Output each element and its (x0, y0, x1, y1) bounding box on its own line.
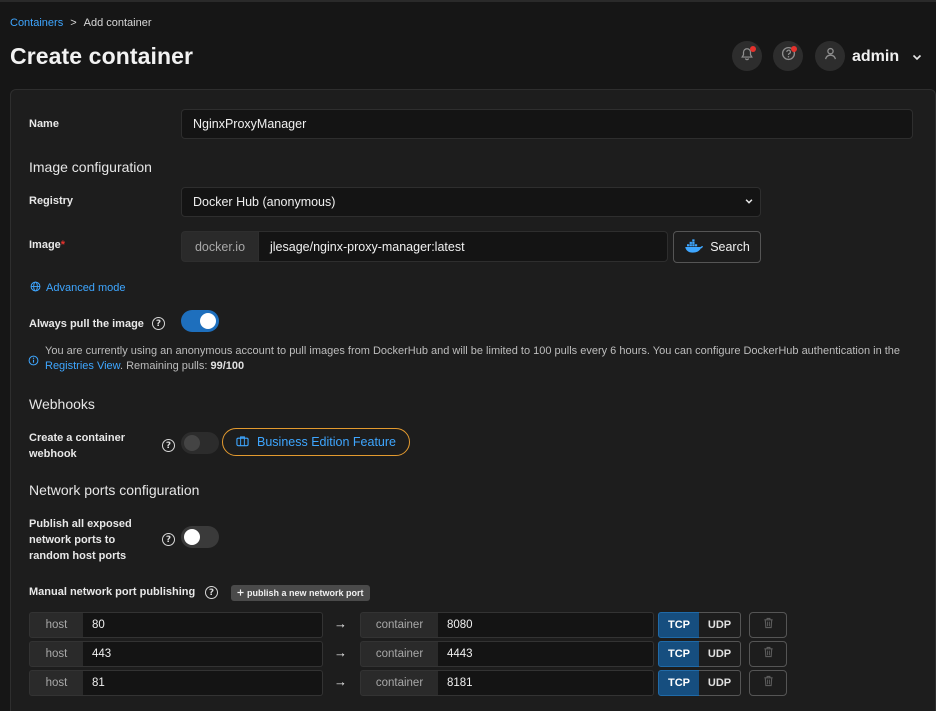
port-mapping-row: host 80 → container 8080 TCP UDP (0, 612, 936, 638)
info-icon (28, 353, 39, 371)
udp-toggle[interactable]: UDP (699, 612, 741, 638)
always-pull-toggle[interactable] (181, 310, 219, 332)
remove-port-button[interactable] (749, 670, 787, 696)
help-icon[interactable]: ? (205, 586, 218, 599)
registry-label: Registry (29, 195, 74, 207)
remove-port-button[interactable] (749, 641, 787, 667)
info-text: You are currently using an anonymous acc… (45, 345, 901, 357)
host-addon: host (29, 641, 84, 667)
plus-icon (237, 588, 244, 598)
trash-icon (763, 616, 774, 634)
toggle-knob (200, 313, 216, 329)
host-port-input[interactable]: 443 (83, 641, 323, 667)
trash-icon (763, 674, 774, 692)
container-port-input[interactable]: 4443 (438, 641, 654, 667)
container-port-input[interactable]: 8181 (438, 670, 654, 696)
arrow-right-icon: → (334, 674, 347, 689)
search-button-label: Search (710, 240, 750, 254)
trash-icon (763, 645, 774, 663)
tcp-toggle[interactable]: TCP (658, 641, 700, 667)
image-input[interactable]: jlesage/nginx-proxy-manager:latest (258, 231, 668, 262)
registry-selected-value: Docker Hub (anonymous) (193, 195, 336, 209)
remaining-pulls-count: 99/100 (210, 360, 245, 372)
tcp-toggle[interactable]: TCP (658, 670, 700, 696)
business-edition-label: Business Edition Feature (257, 435, 396, 449)
image-prefix-addon: docker.io (181, 231, 259, 262)
breadcrumb-separator: > (70, 17, 77, 29)
webhook-label-line: Create a container (29, 432, 125, 444)
help-icon[interactable]: ? (162, 439, 175, 452)
image-configuration-heading: Image configuration (29, 159, 152, 175)
advanced-mode-link[interactable]: Advanced mode (30, 281, 126, 295)
toggle-knob (184, 435, 200, 451)
briefcase-icon (236, 435, 249, 450)
anonymous-pull-info: You are currently using an anonymous acc… (45, 344, 925, 374)
host-addon: host (29, 670, 84, 696)
help-dot-icon (791, 46, 797, 52)
name-input[interactable]: NginxProxyManager (181, 109, 913, 139)
arrow-right-icon: → (334, 616, 347, 631)
image-label: Image* (29, 237, 65, 253)
publish-all-label-line: network ports to (29, 534, 116, 546)
publish-all-label-line: random host ports (29, 550, 127, 562)
help-icon[interactable]: ? (162, 533, 175, 546)
info-text-remaining: . Remaining pulls: (120, 360, 211, 372)
help-icon[interactable]: ? (152, 317, 165, 330)
port-mapping-row: host 81 → container 8181 TCP UDP (0, 670, 936, 696)
webhooks-heading: Webhooks (29, 396, 95, 412)
docker-whale-icon (684, 238, 704, 256)
container-addon: container (360, 641, 439, 667)
network-ports-heading: Network ports configuration (29, 482, 200, 498)
notifications-button[interactable] (732, 41, 762, 71)
registries-view-link[interactable]: Registries View (45, 360, 120, 372)
business-edition-badge[interactable]: Business Edition Feature (222, 428, 410, 456)
page-title: Create container (10, 43, 194, 69)
registry-select[interactable]: Docker Hub (anonymous) (181, 187, 761, 217)
publish-all-label: Publish all exposed network ports to ran… (29, 516, 132, 564)
user-icon (823, 46, 838, 66)
host-port-input[interactable]: 80 (83, 612, 323, 638)
search-image-button[interactable]: Search (673, 231, 761, 263)
container-addon: container (360, 612, 439, 638)
webhook-label: Create a container webhook (29, 430, 125, 462)
manual-publishing-label: Manual network port publishing (29, 586, 196, 598)
chevron-down-icon[interactable] (911, 50, 923, 68)
publish-all-label-line: Publish all exposed (29, 518, 132, 530)
breadcrumb: Containers > Add container (10, 17, 152, 29)
breadcrumb-containers-link[interactable]: Containers (10, 17, 63, 29)
udp-toggle[interactable]: UDP (699, 641, 741, 667)
chevron-down-icon (744, 195, 754, 209)
webhook-toggle (181, 432, 219, 454)
image-label-text: Image (29, 239, 61, 251)
arrow-right-icon: → (334, 645, 347, 660)
publish-new-port-label: publish a new network port (247, 588, 364, 598)
breadcrumb-current: Add container (83, 17, 152, 29)
user-name[interactable]: admin (852, 48, 899, 66)
host-port-input[interactable]: 81 (83, 670, 323, 696)
top-divider (0, 0, 936, 2)
udp-toggle[interactable]: UDP (699, 670, 741, 696)
container-port-input[interactable]: 8080 (438, 612, 654, 638)
remove-port-button[interactable] (749, 612, 787, 638)
tcp-toggle[interactable]: TCP (658, 612, 700, 638)
globe-icon (30, 281, 41, 295)
always-pull-label: Always pull the image (29, 318, 144, 330)
host-addon: host (29, 612, 84, 638)
advanced-mode-label: Advanced mode (46, 282, 126, 294)
user-avatar-button[interactable] (815, 41, 845, 71)
publish-new-port-button[interactable]: publish a new network port (231, 585, 370, 601)
port-mapping-row: host 443 → container 4443 TCP UDP (0, 641, 936, 667)
help-button[interactable] (773, 41, 803, 71)
notification-dot-icon (750, 46, 756, 52)
webhook-label-line: webhook (29, 448, 77, 460)
publish-all-toggle[interactable] (181, 526, 219, 548)
container-addon: container (360, 670, 439, 696)
required-mark: * (60, 239, 66, 251)
toggle-knob (184, 529, 200, 545)
name-label: Name (29, 118, 59, 130)
